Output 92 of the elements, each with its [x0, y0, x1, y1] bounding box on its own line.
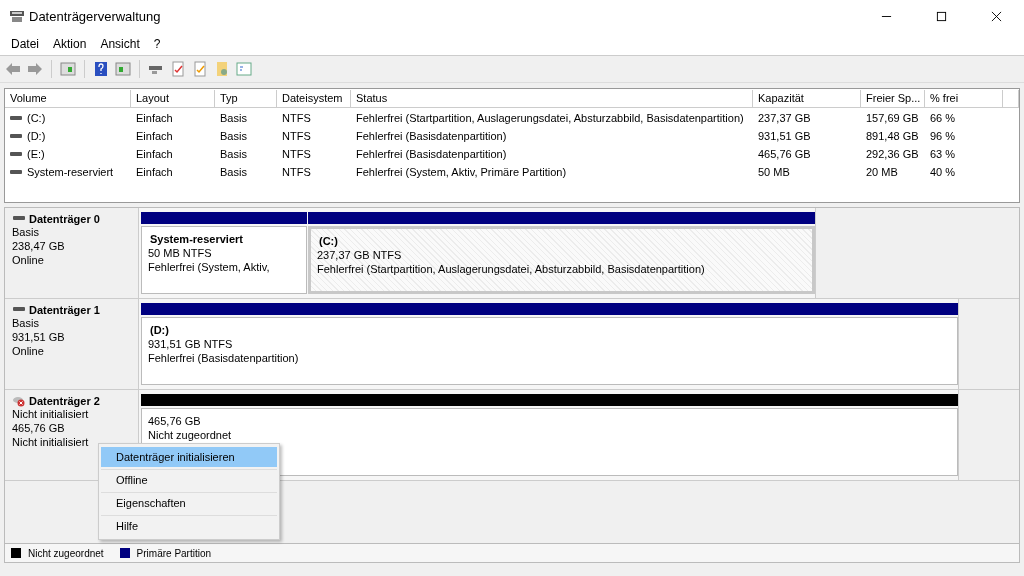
table-cell: Basis — [220, 148, 247, 160]
table-cell: System-reserviert — [27, 166, 114, 178]
legend-label: Primäre Partition — [136, 547, 212, 559]
table-cell: (D:) — [27, 130, 46, 142]
drive-icon — [10, 133, 22, 139]
table-cell: (E:) — [27, 148, 45, 160]
menu-item[interactable]: Aktion — [46, 36, 94, 51]
partition-block[interactable]: System-reserviert 50 MB NTFS Fehlerfrei (System, Aktiv, — [141, 226, 307, 294]
partition-title: (D:) — [149, 323, 170, 337]
checked-document-icon[interactable] — [192, 61, 208, 77]
drive-icon — [10, 151, 22, 157]
table-cell: (C:) — [27, 112, 46, 124]
partition-detail: 50 MB NTFS — [148, 246, 213, 260]
context-menu-item[interactable]: Offline — [101, 469, 277, 490]
context-menu-item[interactable]: Eigenschaften — [101, 492, 277, 513]
disk-error-icon — [12, 395, 26, 407]
table-cell: Einfach — [136, 148, 173, 160]
column-header[interactable]: Status — [351, 89, 753, 107]
table-cell: Fehlerfrei (Basisdatenpartition) — [356, 148, 507, 160]
legend-label: Nicht zugeordnet — [28, 547, 104, 559]
partition-detail: Fehlerfrei (Startpartition, Auslagerungsdatei, Absturzabbild, Basisdatenpartition) — [317, 262, 706, 276]
table-cell: Fehlerfrei (System, Aktiv, Primäre Partition) — [356, 166, 567, 178]
table-cell: Fehlerfrei (Startpartition, Auslagerungsdatei, Absturzabbild, Basisdatenpartition) — [356, 112, 744, 124]
menu-item[interactable]: ? — [146, 36, 168, 51]
table-cell: Basis — [220, 130, 247, 142]
table-cell: 50 MB — [758, 166, 790, 178]
disk-detail: Basis — [12, 225, 40, 239]
menu-item[interactable]: Ansicht — [93, 36, 147, 51]
panel-icon[interactable] — [60, 61, 76, 77]
table-cell: Einfach — [136, 166, 173, 178]
table-cell: NTFS — [282, 130, 311, 142]
disk-detail: 238,47 GB — [12, 239, 66, 253]
table-cell: 931,51 GB — [758, 130, 811, 142]
forward-arrow-icon[interactable] — [27, 61, 43, 77]
disk-detail: Nicht initialisiert — [12, 435, 90, 449]
table-cell: Basis — [220, 166, 247, 178]
checked-document-icon[interactable] — [170, 61, 186, 77]
drive-icon — [10, 169, 22, 175]
table-cell: Einfach — [136, 112, 173, 124]
disk-management-icon — [9, 9, 25, 23]
disk-detail: Nicht initialisiert — [12, 407, 90, 421]
table-cell: NTFS — [282, 112, 311, 124]
partition-block[interactable]: (C:) 237,37 GB NTFS Fehlerfrei (Startpartition, Auslagerungsdatei, Absturzabbild, Basisdatenpartition) — [308, 226, 815, 294]
partition-detail: Fehlerfrei (Basisdatenpartition) — [148, 351, 300, 365]
table-cell: 20 MB — [866, 166, 898, 178]
table-cell: 96 % — [930, 130, 956, 142]
disk-detail: Basis — [12, 316, 40, 330]
disk-name: Datenträger 2 — [29, 395, 100, 407]
table-cell: 292,36 GB — [866, 148, 919, 160]
partition-title: System-reserviert — [149, 232, 244, 246]
menu-item[interactable]: Datei — [4, 36, 46, 51]
table-cell: 157,69 GB — [866, 112, 919, 124]
partition-detail: 931,51 GB NTFS — [148, 337, 234, 351]
disk-name: Datenträger 1 — [29, 304, 100, 316]
folder-icon[interactable] — [214, 61, 230, 77]
table-cell: Fehlerfrei (Basisdatenpartition) — [356, 130, 507, 142]
window-title: Datenträgerverwaltung — [29, 8, 161, 24]
table-cell: 891,48 GB — [866, 130, 919, 142]
disk-detail: Online — [12, 344, 45, 358]
drive-icon — [10, 115, 22, 121]
table-cell: NTFS — [282, 166, 311, 178]
disk-name: Datenträger 0 — [29, 213, 100, 225]
column-header[interactable]: Kapazität — [753, 89, 861, 107]
partition-detail: 237,37 GB NTFS — [317, 248, 403, 262]
partition-title: (C:) — [318, 234, 339, 248]
partition-detail: 465,76 GB — [148, 414, 202, 428]
back-arrow-icon[interactable] — [5, 61, 21, 77]
table-cell: 40 % — [930, 166, 956, 178]
disk-detail: 931,51 GB — [12, 330, 66, 344]
column-header[interactable]: Dateisystem — [277, 89, 351, 107]
window-icon[interactable] — [236, 61, 252, 77]
context-menu-item[interactable]: Datenträger initialisieren — [101, 447, 277, 467]
table-cell: 465,76 GB — [758, 148, 811, 160]
column-header[interactable]: % frei — [925, 89, 1003, 107]
help-icon[interactable] — [93, 61, 109, 77]
panel-icon[interactable] — [115, 61, 131, 77]
column-header[interactable]: Layout — [131, 89, 215, 107]
table-cell: 237,37 GB — [758, 112, 811, 124]
table-cell: Basis — [220, 112, 247, 124]
partition-detail: Nicht zugeordnet — [148, 428, 233, 442]
table-cell: 66 % — [930, 112, 956, 124]
table-cell: 63 % — [930, 148, 956, 160]
partition-detail: Fehlerfrei (System, Aktiv, — [148, 260, 271, 274]
column-header[interactable]: Typ — [215, 89, 277, 107]
column-header[interactable]: Freier Sp... — [861, 89, 925, 107]
disk-detail: Online — [12, 253, 45, 267]
table-cell: NTFS — [282, 148, 311, 160]
context-menu-item[interactable]: Hilfe — [101, 515, 277, 536]
partition-block[interactable]: (D:) 931,51 GB NTFS Fehlerfrei (Basisdatenpartition) — [141, 317, 958, 385]
table-cell: Einfach — [136, 130, 173, 142]
column-header[interactable]: Volume — [5, 89, 131, 107]
disk-detail: 465,76 GB — [12, 421, 66, 435]
